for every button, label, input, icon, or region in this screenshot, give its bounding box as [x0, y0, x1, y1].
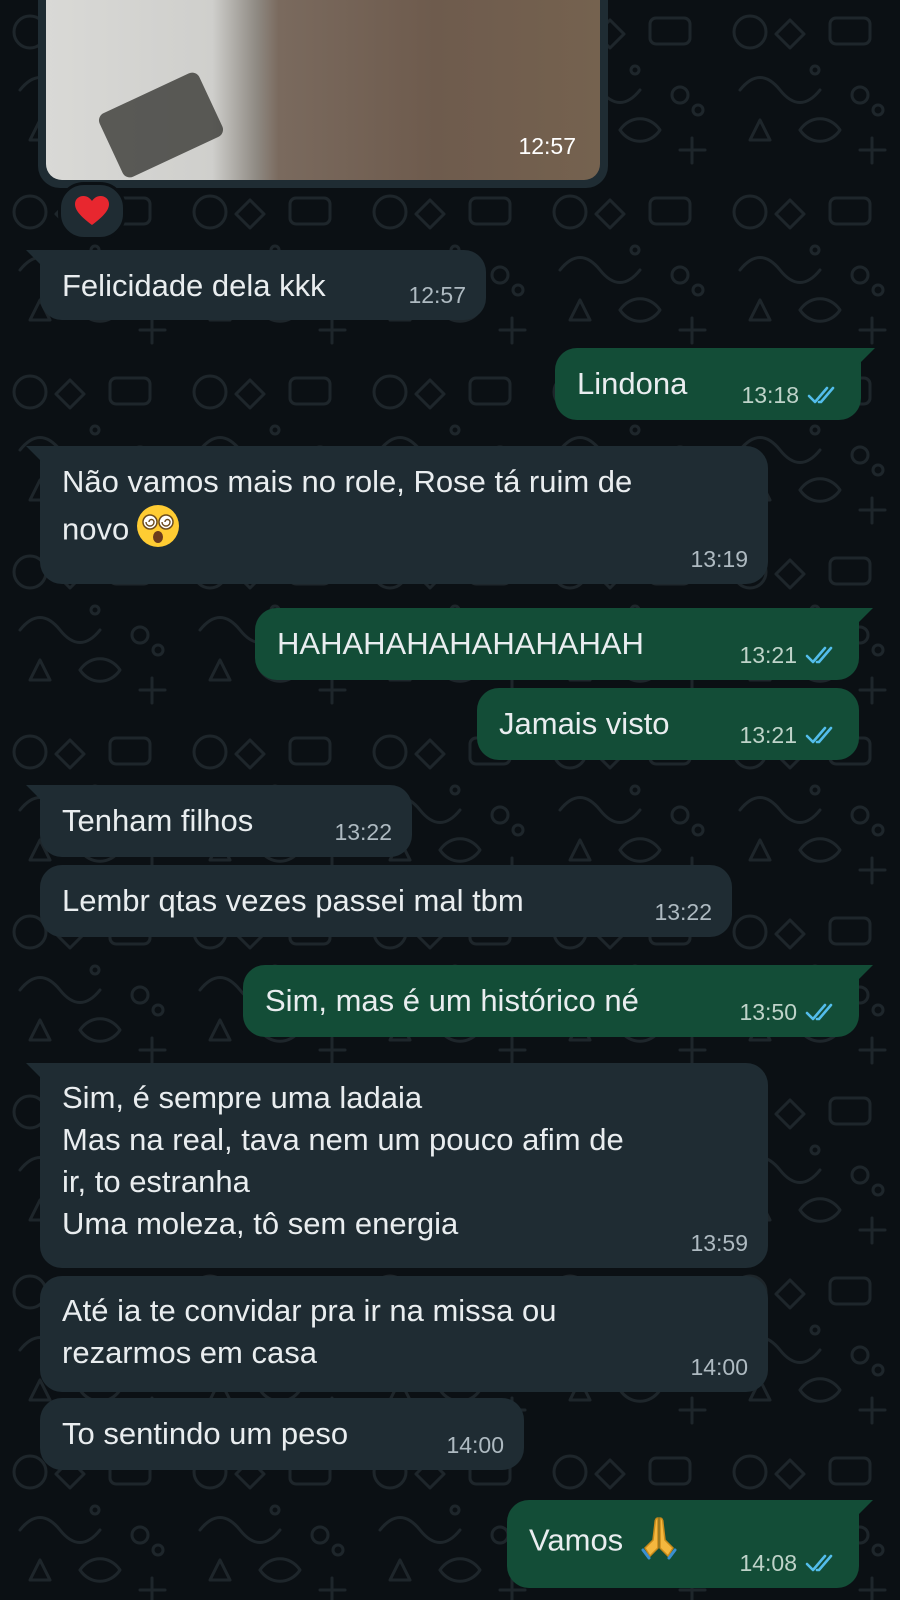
incoming-message[interactable]: To sentindo um peso 14:00 [40, 1398, 524, 1470]
message-text: Sim, é sempre uma ladaia Mas na real, ta… [62, 1080, 624, 1241]
outgoing-message[interactable]: Jamais visto 13:21 [477, 688, 859, 760]
incoming-message[interactable]: Até ia te convidar pra ir na missa ou re… [40, 1276, 768, 1392]
message-text: Felicidade dela kkk [62, 268, 326, 303]
message-time: 12:57 [518, 133, 576, 159]
incoming-message[interactable]: Não vamos mais no role, Rose tá ruim de … [26, 446, 768, 584]
praying-hands-emoji-icon [637, 1514, 681, 1571]
message-time: 13:19 [690, 546, 748, 572]
message-time: 12:57 [408, 282, 466, 308]
outgoing-message[interactable]: Vamos 14:08 [507, 1500, 873, 1588]
message-time: 13:22 [654, 899, 712, 925]
incoming-message[interactable]: Tenham filhos 13:22 [26, 785, 412, 857]
message-time: 13:59 [690, 1230, 748, 1256]
dizzy-face-emoji-icon [135, 503, 181, 560]
outgoing-message[interactable]: Lindona 13:18 [555, 348, 875, 420]
message-time: 13:21 [739, 722, 797, 748]
read-ticks-icon [807, 386, 835, 404]
outgoing-message[interactable]: HAHAHAHAHAHAHAHAH 13:21 [255, 608, 873, 680]
incoming-message[interactable]: Lembr qtas vezes passei mal tbm 13:22 [40, 865, 732, 937]
message-text: Vamos [529, 1522, 624, 1558]
outgoing-message[interactable]: Sim, mas é um histórico né 13:50 [243, 965, 873, 1037]
read-ticks-icon [805, 726, 833, 744]
incoming-message[interactable]: Felicidade dela kkk 12:57 [26, 250, 486, 320]
message-time: 14:00 [446, 1432, 504, 1458]
message-time: 13:21 [739, 642, 797, 668]
read-ticks-icon [805, 646, 833, 664]
message-text: Até ia te convidar pra ir na missa ou re… [62, 1293, 557, 1370]
read-ticks-icon [805, 1003, 833, 1021]
photo-message[interactable]: 12:57 [38, 0, 608, 188]
incoming-message[interactable]: Sim, é sempre uma ladaia Mas na real, ta… [26, 1063, 768, 1268]
message-time: 13:18 [741, 382, 799, 408]
message-time: 13:50 [739, 999, 797, 1025]
message-time: 13:22 [334, 819, 392, 845]
message-text: To sentindo um peso [62, 1416, 349, 1451]
message-time: 14:08 [739, 1550, 797, 1576]
read-ticks-icon [805, 1554, 833, 1572]
message-text: Lembr qtas vezes passei mal tbm [62, 883, 524, 918]
heart-reaction-icon[interactable] [58, 182, 126, 240]
shared-photo[interactable]: 12:57 [46, 0, 600, 180]
message-time: 14:00 [690, 1354, 748, 1380]
